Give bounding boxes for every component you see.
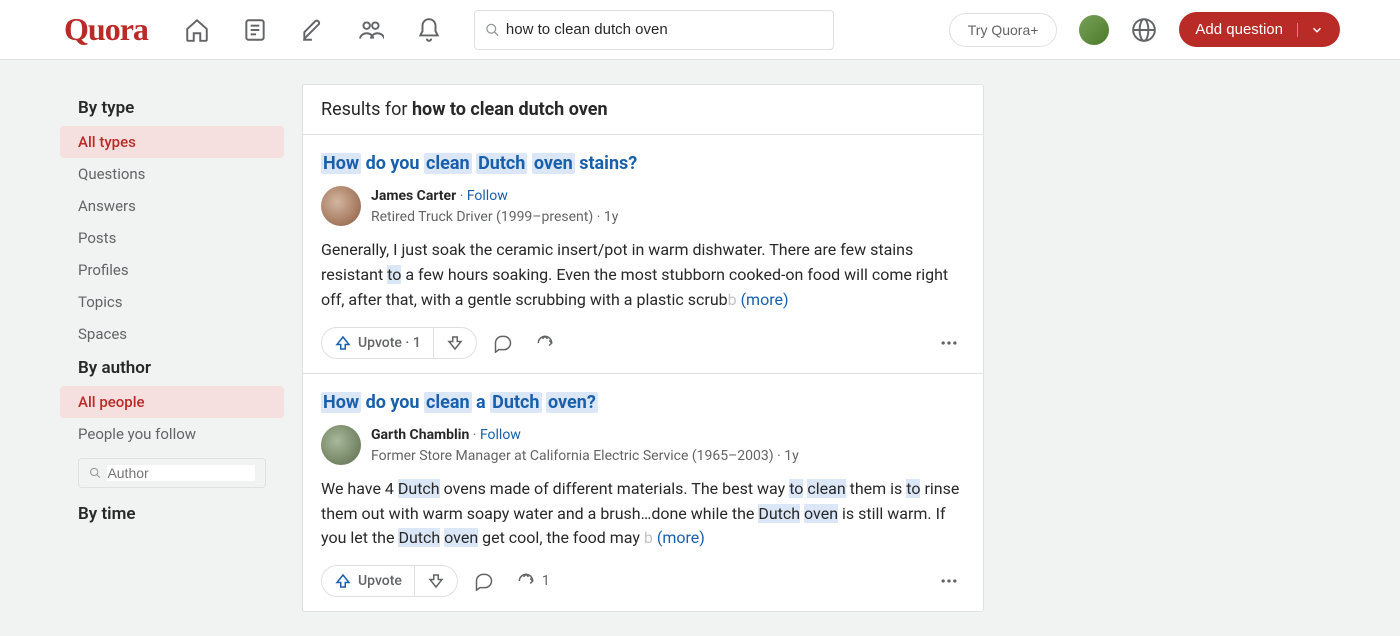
follow-link[interactable]: Follow	[467, 188, 508, 204]
brand-logo[interactable]: Quora	[64, 11, 148, 48]
search-input[interactable]	[506, 21, 823, 38]
vote-group: Upvote · 1	[321, 327, 477, 359]
sidebar-type-list: All typesQuestionsAnswersPostsProfilesTo…	[60, 126, 284, 350]
share-icon	[516, 571, 536, 591]
sidebar-heading-time: By time	[60, 496, 284, 532]
upvote-icon	[334, 572, 352, 590]
question-title[interactable]: How do you clean Dutch oven stains?	[321, 151, 965, 176]
main-layout: By type All typesQuestionsAnswersPostsPr…	[20, 60, 1380, 612]
upvote-button[interactable]: Upvote · 1	[322, 328, 434, 358]
chevron-down-icon	[1297, 23, 1324, 37]
author-name[interactable]: James Carter	[371, 188, 456, 204]
header-bar: Quora Try Quora+ Add question	[0, 0, 1400, 60]
answer-snippet: Generally, I just soak the ceramic inser…	[321, 238, 965, 312]
search-result: How do you clean Dutch oven stains? James…	[303, 135, 983, 374]
follow-link[interactable]: Follow	[480, 427, 521, 443]
answer-snippet: We have 4 Dutch ovens made of different …	[321, 477, 965, 551]
more-options-button[interactable]	[933, 327, 965, 359]
author-name[interactable]: Garth Chamblin	[371, 427, 469, 443]
comment-icon	[474, 571, 494, 591]
more-options-button[interactable]	[933, 565, 965, 597]
author-avatar[interactable]	[321, 186, 361, 226]
language-icon[interactable]	[1131, 17, 1157, 43]
author-avatar[interactable]	[321, 425, 361, 465]
add-question-label: Add question	[1195, 21, 1283, 38]
sidebar-heading-type: By type	[60, 90, 284, 126]
sidebar-item-answers[interactable]: Answers	[60, 190, 284, 222]
comment-icon	[493, 333, 513, 353]
dots-icon	[939, 333, 959, 353]
results-header: Results for how to clean dutch oven	[303, 85, 983, 135]
sidebar-item-posts[interactable]: Posts	[60, 222, 284, 254]
comment-button[interactable]	[468, 565, 500, 597]
sidebar-item-topics[interactable]: Topics	[60, 286, 284, 318]
following-icon[interactable]	[230, 5, 280, 55]
upvote-icon	[334, 334, 352, 352]
comment-button[interactable]	[487, 327, 519, 359]
question-title[interactable]: How do you clean a Dutch oven?	[321, 390, 965, 415]
sidebar-heading-author: By author	[60, 350, 284, 386]
upvote-button[interactable]: Upvote	[322, 566, 415, 596]
action-row: Upvote · 1	[321, 323, 965, 363]
answer-icon[interactable]	[288, 5, 338, 55]
notifications-icon[interactable]	[404, 5, 454, 55]
downvote-button[interactable]	[415, 566, 457, 596]
dots-icon	[939, 571, 959, 591]
downvote-icon	[446, 334, 464, 352]
author-filter-box[interactable]	[78, 458, 266, 488]
sidebar-item-spaces[interactable]: Spaces	[60, 318, 284, 350]
author-filter-input[interactable]	[107, 465, 255, 481]
search-result: How do you clean a Dutch oven? Garth Cham…	[303, 374, 983, 612]
try-quora-plus-button[interactable]: Try Quora+	[949, 13, 1058, 47]
sidebar-author-list: All peoplePeople you follow	[60, 386, 284, 450]
more-link[interactable]: (more)	[741, 290, 789, 309]
downvote-button[interactable]	[434, 328, 476, 358]
search-icon	[89, 466, 101, 480]
action-row: Upvote 1	[321, 561, 965, 601]
downvote-icon	[427, 572, 445, 590]
results-panel: Results for how to clean dutch oven How …	[302, 84, 984, 612]
share-icon	[535, 333, 555, 353]
spaces-icon[interactable]	[346, 5, 396, 55]
sidebar-item-questions[interactable]: Questions	[60, 158, 284, 190]
share-button[interactable]: 1	[510, 565, 556, 597]
sidebar-item-all-people[interactable]: All people	[60, 386, 284, 418]
profile-avatar[interactable]	[1079, 15, 1109, 45]
share-button[interactable]	[529, 327, 561, 359]
home-icon[interactable]	[172, 5, 222, 55]
more-link[interactable]: (more)	[657, 528, 705, 547]
author-credential: Retired Truck Driver (1999–present) · 1y	[371, 207, 618, 228]
add-question-button[interactable]: Add question	[1179, 12, 1340, 47]
search-box[interactable]	[474, 10, 834, 50]
author-credential: Former Store Manager at California Elect…	[371, 446, 799, 467]
search-icon	[485, 22, 500, 38]
sidebar-item-profiles[interactable]: Profiles	[60, 254, 284, 286]
sidebar: By type All typesQuestionsAnswersPostsPr…	[60, 84, 284, 532]
sidebar-item-people-you-follow[interactable]: People you follow	[60, 418, 284, 450]
sidebar-item-all-types[interactable]: All types	[60, 126, 284, 158]
vote-group: Upvote	[321, 565, 458, 597]
